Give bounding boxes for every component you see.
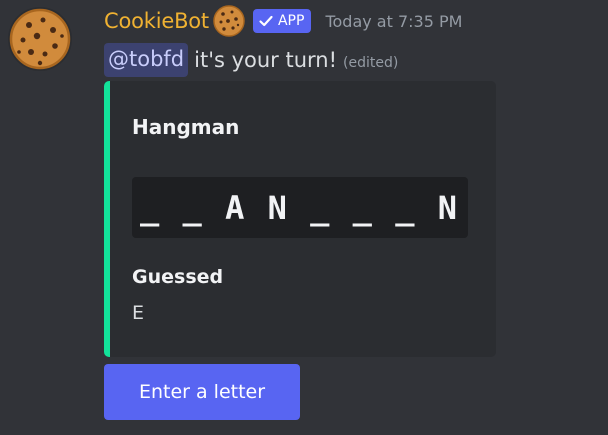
user-mention[interactable]: @tobfd [104,43,189,77]
message-content: @tobfd it's your turn! (edited) [104,42,398,78]
bot-message: CookieBot APP Today at 7:35 PM @tobfd it… [0,0,608,435]
app-badge-label: APP [277,13,305,29]
checkmark-icon [259,15,273,27]
cookie-icon [213,5,245,37]
embed-title: Hangman [132,115,240,139]
message-header: CookieBot APP Today at 7:35 PM [104,4,462,38]
message-text: it's your turn! [194,48,338,72]
timestamp: Today at 7:35 PM [325,11,463,31]
embed-field-value: E [132,302,145,324]
enter-letter-button[interactable]: Enter a letter [104,364,300,420]
author-name[interactable]: CookieBot [104,9,209,33]
embed-accent-bar [104,81,110,357]
embed-field-name: Guessed [132,266,224,288]
hangman-word: _ _ A N _ _ _ N [140,188,459,227]
hangman-embed: Hangman _ _ A N _ _ _ N Guessed E [104,81,496,357]
cookie-avatar-icon[interactable] [7,6,73,72]
word-code-block: _ _ A N _ _ _ N [132,177,468,238]
app-badge: APP [252,9,312,33]
edited-label: (edited) [343,54,399,71]
